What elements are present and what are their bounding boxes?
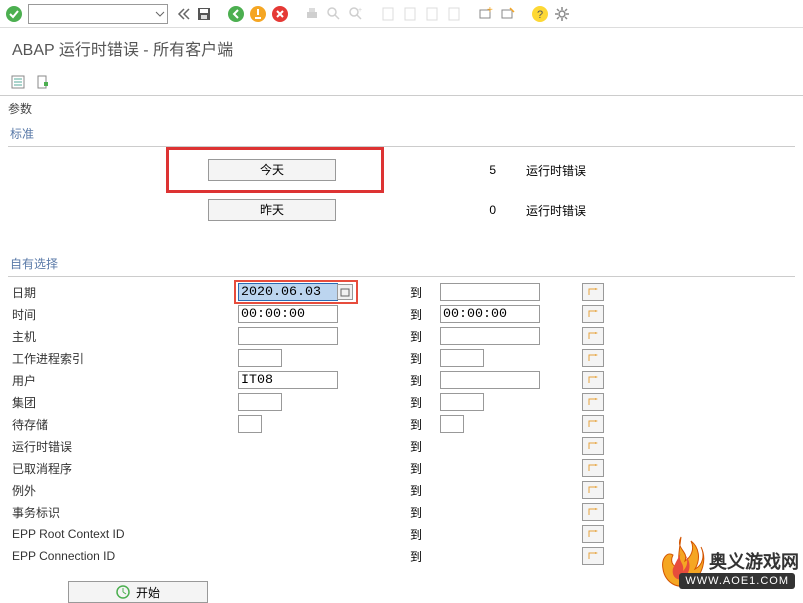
time-multi-button[interactable] xyxy=(582,305,604,323)
time-to-label: 到 xyxy=(410,306,440,323)
keep-from-input[interactable] xyxy=(238,415,262,433)
start-button[interactable]: 开始 xyxy=(68,581,208,603)
help-icon[interactable]: ? xyxy=(530,4,550,24)
save-icon[interactable] xyxy=(194,4,214,24)
rterror-multi-button[interactable] xyxy=(582,437,604,455)
standard-group-title: 标准 xyxy=(8,121,795,147)
today-button[interactable]: 今天 xyxy=(208,159,336,181)
today-count: 5 xyxy=(376,163,496,177)
exception-label: 例外 xyxy=(8,482,238,499)
user-multi-button[interactable] xyxy=(582,371,604,389)
svg-text:?: ? xyxy=(537,9,543,21)
keep-multi-button[interactable] xyxy=(582,415,604,433)
rterror-to-label: 到 xyxy=(410,438,440,455)
host-to-label: 到 xyxy=(410,328,440,345)
start-label: 开始 xyxy=(136,584,160,601)
host-multi-button[interactable] xyxy=(582,327,604,345)
list-icon[interactable] xyxy=(8,72,28,92)
eppconn-to-label: 到 xyxy=(410,548,440,565)
watermark-text: 奥义游戏网 xyxy=(709,548,799,574)
yesterday-count: 0 xyxy=(376,203,496,217)
page-title: ABAP 运行时错误 - 所有客户端 xyxy=(0,28,803,68)
canceled-to-label: 到 xyxy=(410,460,440,477)
epproot-multi-button[interactable] xyxy=(582,525,604,543)
keep-to-input[interactable] xyxy=(440,415,464,433)
print-icon[interactable] xyxy=(302,4,322,24)
shortcut-icon[interactable] xyxy=(498,4,518,24)
wpindex-to-input[interactable] xyxy=(440,349,484,367)
eppconn-multi-button[interactable] xyxy=(582,547,604,565)
chevron-down-icon xyxy=(155,9,165,19)
canceled-multi-button[interactable] xyxy=(582,459,604,477)
find-next-icon[interactable]: + xyxy=(346,4,366,24)
wpindex-multi-button[interactable] xyxy=(582,349,604,367)
host-to-input[interactable] xyxy=(440,327,540,345)
params-label: 参数 xyxy=(0,96,803,121)
host-label: 主机 xyxy=(8,328,238,345)
client-multi-button[interactable] xyxy=(582,393,604,411)
nav-back-icon[interactable] xyxy=(172,4,192,24)
keep-label: 待存储 xyxy=(8,416,238,433)
user-to-input[interactable] xyxy=(440,371,540,389)
keep-to-label: 到 xyxy=(410,416,440,433)
command-field[interactable] xyxy=(28,4,168,24)
execute-icon xyxy=(116,585,130,599)
system-toolbar: + + ? xyxy=(0,0,803,28)
time-from-input[interactable] xyxy=(238,305,338,323)
find-icon[interactable] xyxy=(324,4,344,24)
next-page-icon[interactable] xyxy=(422,4,442,24)
svg-text:+: + xyxy=(358,7,362,14)
client-to-input[interactable] xyxy=(440,393,484,411)
yesterday-button[interactable]: 昨天 xyxy=(208,199,336,221)
trans-label: 事务标识 xyxy=(8,504,238,521)
user-label: 用户 xyxy=(8,372,238,389)
wpindex-label: 工作进程索引 xyxy=(8,350,238,367)
date-to-input[interactable] xyxy=(440,283,540,301)
last-page-icon[interactable] xyxy=(444,4,464,24)
ok-icon[interactable] xyxy=(4,4,24,24)
date-to-label: 到 xyxy=(410,284,440,301)
wpindex-to-label: 到 xyxy=(410,350,440,367)
settings-icon[interactable] xyxy=(552,4,572,24)
app-toolbar xyxy=(0,68,803,96)
date-from-input[interactable] xyxy=(238,283,338,301)
today-desc: 运行时错误 xyxy=(526,162,586,179)
prev-page-icon[interactable] xyxy=(400,4,420,24)
user-from-input[interactable] xyxy=(238,371,338,389)
client-from-input[interactable] xyxy=(238,393,282,411)
host-from-input[interactable] xyxy=(238,327,338,345)
client-label: 集团 xyxy=(8,394,238,411)
canceled-label: 已取消程序 xyxy=(8,460,238,477)
time-label: 时间 xyxy=(8,306,238,323)
epproot-label: EPP Root Context ID xyxy=(8,527,238,541)
cancel-icon[interactable] xyxy=(270,4,290,24)
exception-multi-button[interactable] xyxy=(582,481,604,499)
client-to-label: 到 xyxy=(410,394,440,411)
date-label: 日期 xyxy=(8,284,238,301)
own-selection-title: 自有选择 xyxy=(8,251,795,277)
new-session-icon[interactable]: + xyxy=(476,4,496,24)
svg-text:+: + xyxy=(487,6,493,16)
time-to-input[interactable] xyxy=(440,305,540,323)
trans-to-label: 到 xyxy=(410,504,440,521)
exception-to-label: 到 xyxy=(410,482,440,499)
eppconn-label: EPP Connection ID xyxy=(8,549,238,563)
first-page-icon[interactable] xyxy=(378,4,398,24)
yesterday-desc: 运行时错误 xyxy=(526,202,586,219)
epproot-to-label: 到 xyxy=(410,526,440,543)
user-to-label: 到 xyxy=(410,372,440,389)
watermark-url: WWW.AOE1.COM xyxy=(679,573,795,589)
wpindex-from-input[interactable] xyxy=(238,349,282,367)
variant-icon[interactable] xyxy=(34,72,54,92)
trans-multi-button[interactable] xyxy=(582,503,604,521)
back-icon[interactable] xyxy=(226,4,246,24)
date-multi-button[interactable] xyxy=(582,283,604,301)
exit-icon[interactable] xyxy=(248,4,268,24)
rterror-label: 运行时错误 xyxy=(8,438,238,455)
date-picker-icon[interactable] xyxy=(337,284,353,300)
